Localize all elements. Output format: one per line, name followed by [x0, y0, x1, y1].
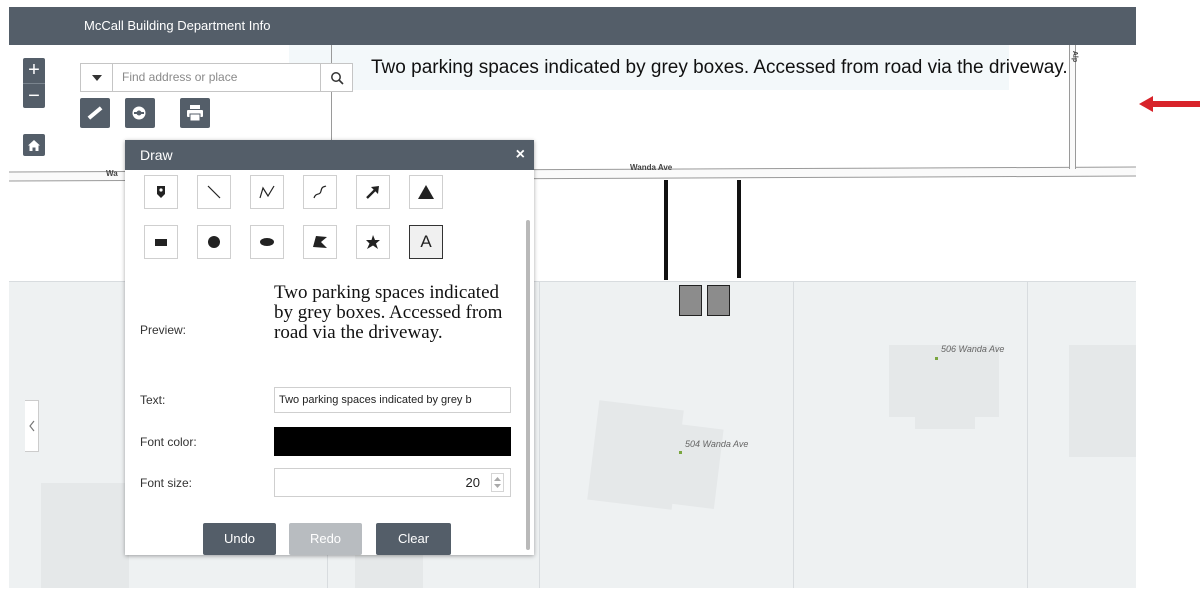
- draw-text-button[interactable]: A: [409, 225, 443, 259]
- draw-point-button[interactable]: [144, 175, 178, 209]
- app-title: McCall Building Department Info: [84, 18, 271, 33]
- search-widget: Find address or place: [80, 63, 353, 92]
- zoom-in-button[interactable]: +: [23, 58, 45, 84]
- app-header: McCall Building Department Info: [9, 7, 1136, 45]
- text-label: Text:: [140, 393, 166, 407]
- panel-scrollbar[interactable]: [526, 220, 530, 550]
- font-size-input[interactable]: 20: [274, 468, 511, 497]
- draw-rectangle-button[interactable]: [144, 225, 178, 259]
- parcel-line: [1027, 281, 1028, 588]
- clear-button[interactable]: Clear: [376, 523, 451, 555]
- parcel-line: [793, 281, 794, 588]
- close-button[interactable]: ×: [516, 140, 525, 170]
- preview-label: Preview:: [140, 323, 187, 337]
- font-size-value: 20: [465, 475, 480, 490]
- map-pin-icon: [157, 186, 165, 198]
- font-color-label: Font color:: [140, 435, 197, 449]
- polygon-icon: [313, 236, 327, 248]
- side-panel-toggle[interactable]: [25, 400, 39, 452]
- street-label-vertical: Alp: [1071, 50, 1079, 63]
- draw-button[interactable]: [125, 98, 155, 128]
- driveway-line-left: [664, 180, 668, 280]
- draw-ellipse-button[interactable]: [250, 225, 284, 259]
- search-icon: [330, 71, 344, 85]
- zoom-out-button[interactable]: −: [23, 84, 45, 109]
- home-icon: [28, 139, 40, 151]
- road-vertical: [1069, 45, 1076, 169]
- ruler-icon: [87, 106, 103, 120]
- caret-down-icon: [91, 74, 102, 81]
- text-input[interactable]: Two parking spaces indicated by grey b: [274, 387, 511, 413]
- draw-shapes-icon: [132, 106, 146, 120]
- address-label: 504 Wanda Ave: [685, 439, 749, 449]
- driveway-line-right: [737, 180, 741, 278]
- building-footprint: [644, 421, 724, 509]
- address-marker: [679, 451, 682, 454]
- search-button[interactable]: [320, 64, 352, 91]
- draw-freehand-line-button[interactable]: [303, 175, 337, 209]
- building-footprint: [355, 550, 423, 588]
- freehand-polygon-icon: [366, 235, 380, 249]
- draw-panel: Draw × A Preview: Two parking spaces ind…: [125, 140, 534, 555]
- arrow-icon: [366, 186, 379, 199]
- font-size-label: Font size:: [140, 476, 193, 490]
- font-color-picker[interactable]: [274, 427, 511, 456]
- address-marker: [935, 357, 938, 360]
- measure-button[interactable]: [80, 98, 110, 128]
- search-source-dropdown[interactable]: [81, 64, 113, 91]
- address-label: 506 Wanda Ave: [941, 344, 1005, 354]
- parcel-line: [539, 281, 540, 588]
- print-button[interactable]: [180, 98, 210, 128]
- parking-space: [679, 285, 702, 316]
- circle-icon: [208, 236, 220, 248]
- map-app: McCall Building Department Info Wanda Av…: [9, 7, 1136, 588]
- map-text-annotation: Two parking spaces indicated by grey box…: [371, 57, 1068, 78]
- draw-circle-button[interactable]: [197, 225, 231, 259]
- triangle-icon: [418, 185, 434, 199]
- street-label-partial: Wa: [106, 169, 118, 178]
- building-footprint: [1069, 345, 1136, 457]
- draw-line-button[interactable]: [197, 175, 231, 209]
- redo-button[interactable]: Redo: [289, 523, 362, 555]
- rectangle-icon: [155, 239, 167, 246]
- draw-triangle-button[interactable]: [409, 175, 443, 209]
- search-input[interactable]: Find address or place: [122, 64, 237, 91]
- street-label: Wanda Ave: [630, 163, 673, 172]
- text-preview: Two parking spaces indicated by grey box…: [274, 282, 503, 343]
- polyline-icon: [259, 185, 275, 199]
- draw-panel-header: Draw ×: [125, 140, 534, 170]
- building-footprint: [915, 405, 975, 429]
- undo-button[interactable]: Undo: [203, 523, 276, 555]
- printer-icon: [187, 105, 203, 121]
- zoom-control: + −: [23, 58, 45, 108]
- building-footprint: [41, 483, 129, 588]
- text-symbol-icon: A: [420, 232, 432, 251]
- parking-space: [707, 285, 730, 316]
- draw-arrow-button[interactable]: [356, 175, 390, 209]
- line-icon: [207, 185, 221, 199]
- freehand-line-icon: [313, 185, 327, 199]
- draw-freehand-polygon-button[interactable]: [356, 225, 390, 259]
- spinner-arrows-icon: [494, 477, 501, 488]
- chevron-left-icon: [28, 420, 34, 432]
- home-button[interactable]: [23, 134, 45, 156]
- font-size-spinner[interactable]: [491, 473, 504, 492]
- draw-panel-title: Draw: [140, 147, 173, 163]
- red-arrow-annotation: [1139, 96, 1200, 112]
- draw-polyline-button[interactable]: [250, 175, 284, 209]
- ellipse-icon: [260, 238, 274, 246]
- draw-polygon-button[interactable]: [303, 225, 337, 259]
